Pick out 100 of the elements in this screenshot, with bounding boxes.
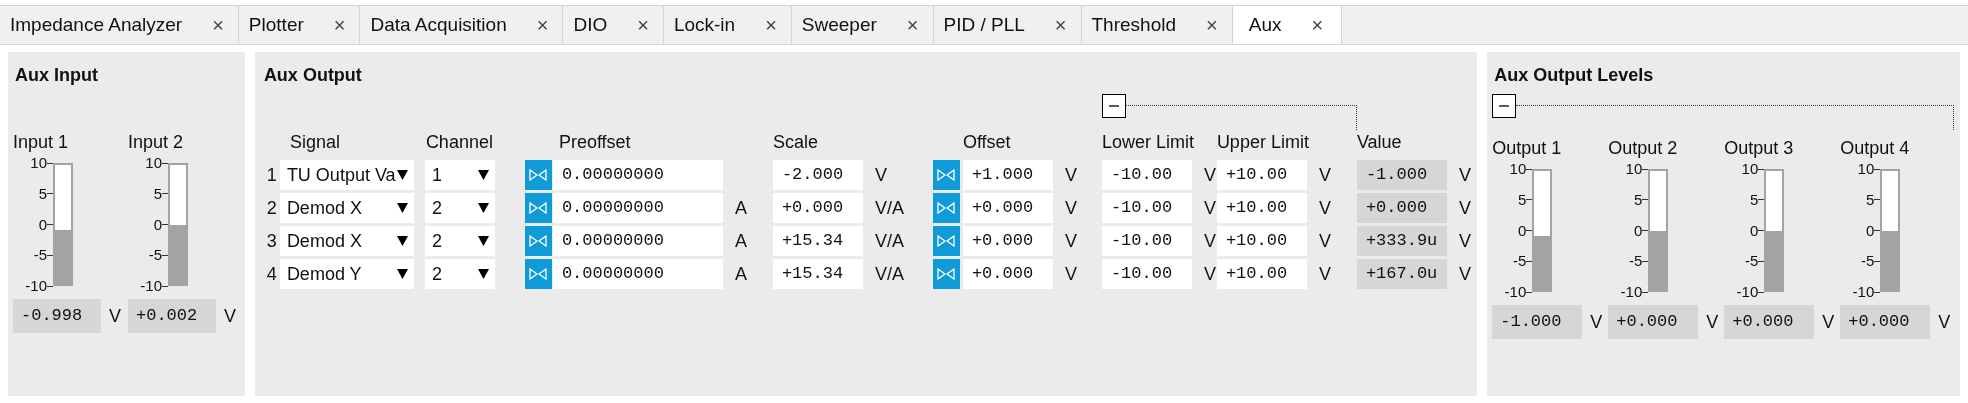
- lower-limit-field[interactable]: -10.00: [1101, 193, 1192, 223]
- row-number: 1: [265, 164, 278, 187]
- close-icon[interactable]: ×: [765, 13, 777, 37]
- meter-label: Input 2: [128, 131, 185, 154]
- reading-field: +0.000: [1608, 305, 1699, 339]
- upper-limit-field[interactable]: +10.00: [1216, 226, 1307, 256]
- unit-label: V: [873, 164, 887, 186]
- signal-dropdown[interactable]: TU Output Va: [279, 160, 414, 190]
- triangle-pair-icon: [937, 268, 956, 280]
- close-icon[interactable]: ×: [212, 13, 224, 37]
- triangle-pair-icon: [529, 169, 548, 181]
- auto-button[interactable]: [932, 160, 960, 190]
- close-icon[interactable]: ×: [1206, 13, 1218, 37]
- tick-label: 5: [1517, 190, 1527, 209]
- value-field: +0.000: [1356, 193, 1447, 223]
- channel-dropdown[interactable]: 2: [424, 226, 495, 256]
- panel-title: Aux Input: [14, 64, 99, 87]
- unit-label: V: [1457, 197, 1471, 219]
- scale-field[interactable]: +0.000: [772, 193, 863, 223]
- scale-field[interactable]: +15.34: [772, 259, 863, 289]
- offset-field[interactable]: +0.000: [962, 226, 1053, 256]
- tick-label: 0: [1749, 221, 1759, 240]
- close-icon[interactable]: ×: [637, 13, 649, 37]
- scale-field[interactable]: -2.000: [772, 160, 863, 190]
- column-header: Signal: [288, 131, 341, 154]
- unit-label: V: [1821, 311, 1835, 333]
- reading-field: +0.000: [1724, 305, 1815, 339]
- unit-label: V: [223, 305, 236, 327]
- signal-dropdown[interactable]: Demod X: [279, 226, 414, 256]
- tick-label: 5: [38, 184, 47, 203]
- close-icon[interactable]: ×: [906, 13, 919, 37]
- collapse-button[interactable]: [1492, 94, 1517, 118]
- tab[interactable]: Aux ×: [1232, 6, 1343, 44]
- auto-button[interactable]: [524, 259, 552, 289]
- triangle-pair-icon: [529, 202, 548, 214]
- close-icon[interactable]: ×: [1054, 13, 1067, 37]
- unit-label: V: [1202, 263, 1216, 285]
- caret-icon: [396, 236, 408, 246]
- tick-label: 0: [1633, 221, 1643, 240]
- tick-label: -10: [25, 277, 47, 295]
- unit-label: V: [1589, 311, 1603, 333]
- unit-label: A: [733, 230, 747, 252]
- unit-label: V: [1202, 197, 1216, 219]
- preoffset-field[interactable]: 0.00000000: [552, 160, 723, 190]
- lower-limit-field[interactable]: -10.00: [1101, 259, 1192, 289]
- offset-field[interactable]: +1.000: [962, 160, 1053, 190]
- reading-field: -0.998: [13, 299, 101, 333]
- tick-label: -10: [1736, 283, 1759, 301]
- unit-label: V: [1457, 164, 1471, 186]
- auto-button[interactable]: [524, 193, 552, 223]
- auto-button[interactable]: [932, 259, 960, 289]
- tick-label: -10: [1504, 283, 1527, 301]
- meter-label: Input 1: [13, 131, 70, 154]
- signal-dropdown[interactable]: Demod X: [279, 193, 414, 223]
- unit-label: V: [1063, 164, 1077, 186]
- channel-dropdown[interactable]: 2: [424, 193, 495, 223]
- reading-field: +0.002: [128, 299, 216, 333]
- channel-dropdown[interactable]: 1: [424, 160, 495, 190]
- upper-limit-field[interactable]: +10.00: [1216, 160, 1307, 190]
- caret-icon: [477, 269, 489, 279]
- auto-button[interactable]: [932, 226, 960, 256]
- meter-label: Output 1: [1492, 137, 1563, 160]
- preoffset-field[interactable]: 0.00000000: [552, 259, 723, 289]
- channel-dropdown[interactable]: 2: [424, 259, 495, 289]
- upper-limit-field[interactable]: +10.00: [1216, 193, 1307, 223]
- close-icon[interactable]: ×: [536, 13, 549, 37]
- offset-field[interactable]: +0.000: [962, 193, 1053, 223]
- scale-field[interactable]: +15.34: [772, 226, 863, 256]
- tick-label: -5: [1860, 252, 1875, 271]
- auto-button[interactable]: [932, 193, 960, 223]
- meter-label: Output 2: [1608, 137, 1679, 160]
- preoffset-field[interactable]: 0.00000000: [552, 226, 723, 256]
- offset-field[interactable]: +0.000: [962, 259, 1053, 289]
- column-header: Value: [1356, 131, 1403, 154]
- close-icon[interactable]: ×: [333, 13, 346, 37]
- collapse-button[interactable]: [1101, 94, 1126, 118]
- row-number: 4: [265, 263, 278, 286]
- caret-icon: [477, 236, 489, 246]
- tick-label: -5: [148, 246, 162, 265]
- upper-limit-field[interactable]: +10.00: [1216, 259, 1307, 289]
- caret-icon: [477, 203, 489, 213]
- tick-label: 10: [1857, 160, 1875, 178]
- auto-button[interactable]: [524, 226, 552, 256]
- caret-icon: [396, 170, 408, 180]
- signal-dropdown[interactable]: Demod Y: [279, 259, 414, 289]
- tick-label: -5: [33, 246, 47, 265]
- tick-label: 0: [153, 215, 162, 234]
- unit-label: V: [1937, 311, 1951, 333]
- close-icon[interactable]: ×: [1311, 13, 1324, 37]
- unit-label: V: [1063, 263, 1077, 285]
- lower-limit-field[interactable]: -10.00: [1101, 160, 1192, 190]
- triangle-pair-icon: [937, 202, 956, 214]
- lower-limit-field[interactable]: -10.00: [1101, 226, 1192, 256]
- tick-label: 10: [1741, 160, 1759, 178]
- preoffset-field[interactable]: 0.00000000: [552, 193, 723, 223]
- auto-button[interactable]: [524, 160, 552, 190]
- tick-label: -10: [1852, 283, 1875, 301]
- tick-label: -5: [1628, 252, 1643, 271]
- unit-label: V: [1063, 230, 1077, 252]
- tick-label: 5: [1865, 190, 1875, 209]
